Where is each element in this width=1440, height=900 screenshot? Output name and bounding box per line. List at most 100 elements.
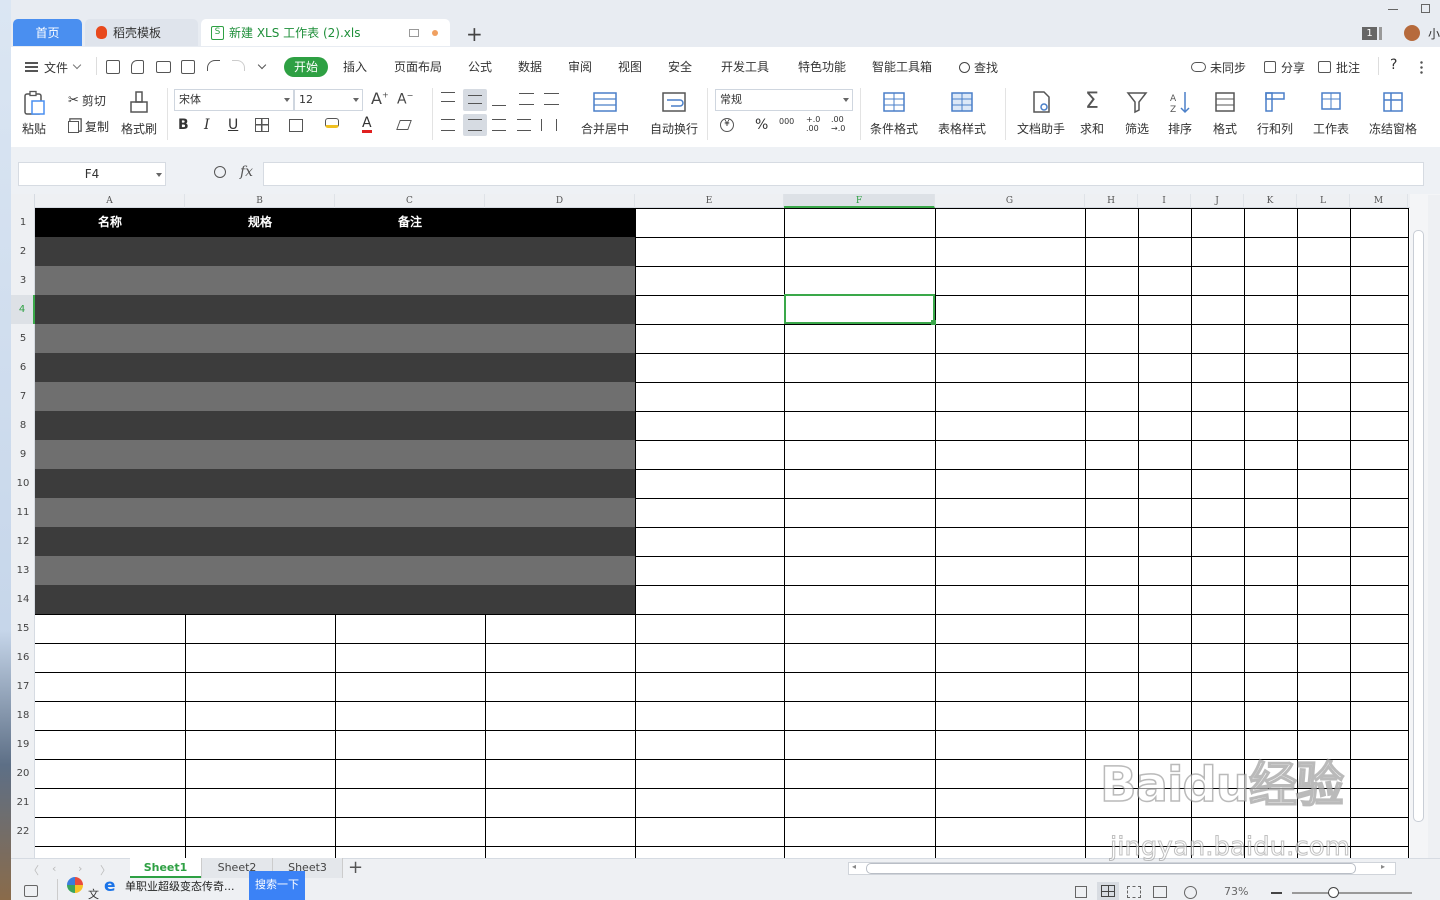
wrap-text-button[interactable]: 自动换行 [650,90,698,137]
font-color-icon[interactable]: A [362,116,372,133]
window-count-badge[interactable]: 1 [1362,27,1377,40]
tab-special-features[interactable]: 特色功能 [798,58,846,76]
align-top-icon[interactable] [441,92,455,102]
currency-icon[interactable]: ¥ [720,118,734,132]
borders-icon[interactable] [255,118,269,132]
row-header-3[interactable]: 3 [11,266,35,295]
conditional-format-button[interactable]: 条件格式 [870,90,918,137]
font-size-select[interactable]: 12 [294,89,363,111]
increase-font-size-icon[interactable]: A+ [371,89,389,108]
font-name-select[interactable]: 宋体 [174,89,294,111]
increase-decimal-button[interactable]: +.0 .00 [806,115,822,133]
help-button[interactable]: ? [1390,57,1397,75]
doc-assistant-button[interactable]: 文档助手 [1017,90,1065,137]
tab-view[interactable]: 视图 [618,58,642,76]
banded-row-7[interactable] [35,382,635,411]
search-command[interactable]: 查找 [959,58,998,76]
row-header-22[interactable]: 22 [11,817,35,846]
header-cell-name[interactable]: 名称 [35,208,185,237]
news-headline[interactable]: 单职业超级变态传奇... [125,878,235,894]
new-tab-button[interactable]: + [466,22,483,46]
column-header-d[interactable]: D [485,194,635,208]
print-preview-icon[interactable] [181,60,195,74]
monitor-icon[interactable] [409,29,419,37]
align-middle-button[interactable] [463,89,487,111]
horizontal-scroll-thumb[interactable] [866,863,1356,874]
row-header-6[interactable]: 6 [11,353,35,382]
freeze-panes-button[interactable]: 冻结窗格 [1369,90,1417,137]
italic-button[interactable]: I [204,117,210,133]
row-header-19[interactable]: 19 [11,730,35,759]
row-header-18[interactable]: 18 [11,701,35,730]
column-header-k[interactable]: K [1244,194,1297,208]
zoom-slider-track[interactable] [1292,892,1412,894]
tab-smart-toolbox[interactable]: 智能工具箱 [872,58,932,76]
align-bottom-icon[interactable] [492,98,506,106]
bold-button[interactable]: B [178,117,189,133]
paste-button[interactable]: 粘贴 [22,90,46,137]
row-header-8[interactable]: 8 [11,411,35,440]
row-header-4[interactable]: 4 [11,295,35,324]
tab-developer[interactable]: 开发工具 [721,58,769,76]
sum-button[interactable]: Σ 求和 [1080,90,1104,137]
thousands-separator-button[interactable]: 000 [779,117,794,126]
row-header-21[interactable]: 21 [11,788,35,817]
tab-data[interactable]: 数据 [518,58,542,76]
fill-handle[interactable] [931,320,936,325]
cut-button[interactable]: ✂ 剪切 [68,92,106,109]
column-header-c[interactable]: C [335,194,485,208]
column-header-b[interactable]: B [185,194,335,208]
banded-row-5[interactable] [35,324,635,353]
save-icon[interactable] [106,60,120,74]
first-sheet-icon[interactable]: 〈 [28,862,39,878]
row-col-button[interactable]: 行和列 [1257,90,1293,137]
merge-center-button[interactable]: 合并居中 [581,90,629,137]
copy-button[interactable]: 复制 [68,118,109,135]
banded-row-11[interactable] [35,498,635,527]
column-header-m[interactable]: M [1350,194,1408,208]
distributed-align-icon[interactable] [541,119,557,131]
row-header-14[interactable]: 14 [11,585,35,614]
justify-icon[interactable] [517,119,531,131]
page-layout-view-icon[interactable] [1153,886,1167,898]
row-header-11[interactable]: 11 [11,498,35,527]
active-cell-selection[interactable] [784,294,935,324]
comment-button[interactable]: 批注 [1318,58,1360,76]
row-header-7[interactable]: 7 [11,382,35,411]
next-sheet-icon[interactable]: › [78,862,82,875]
column-header-j[interactable]: J [1191,194,1244,208]
formula-input[interactable] [263,162,1424,186]
fill-color-icon[interactable] [325,118,339,128]
file-menu[interactable]: 文件 [25,58,82,76]
banded-row-6[interactable] [35,353,635,382]
row-header-12[interactable]: 12 [11,527,35,556]
format-button[interactable]: 格式 [1213,90,1237,137]
column-header-h[interactable]: H [1085,194,1138,208]
share-button[interactable]: 分享 [1264,58,1305,76]
banded-row-2[interactable] [35,237,635,266]
row-header-10[interactable]: 10 [11,469,35,498]
tab-insert[interactable]: 插入 [343,58,367,76]
header-cell-spec[interactable]: 规格 [185,208,335,237]
banded-row-10[interactable] [35,469,635,498]
tab-page-layout[interactable]: 页面布局 [394,58,442,76]
tab-document[interactable]: S 新建 XLS 工作表 (2).xls [201,19,450,46]
column-header-f[interactable]: F [784,194,935,208]
user-name[interactable]: 小 [1428,25,1440,42]
row-header-5[interactable]: 5 [11,324,35,353]
prev-sheet-icon[interactable]: ‹ [52,862,56,875]
print-icon[interactable] [156,61,171,73]
banded-row-14[interactable] [35,585,635,614]
sort-button[interactable]: AZ 排序 [1168,90,1192,137]
worksheet-button[interactable]: 工作表 [1313,90,1349,137]
row-header-13[interactable]: 13 [11,556,35,585]
tab-template[interactable]: 稻壳模板 [85,19,198,46]
row-header-1[interactable]: 1 [11,208,35,237]
maximize-icon[interactable] [1421,4,1430,13]
user-avatar[interactable] [1404,25,1420,41]
cell-fill-pattern-icon[interactable] [289,119,303,132]
column-header-e[interactable]: E [635,194,784,208]
tab-home[interactable]: 首页 [13,19,82,46]
page-break-view-icon[interactable] [1127,886,1141,898]
tab-review[interactable]: 审阅 [568,58,592,76]
